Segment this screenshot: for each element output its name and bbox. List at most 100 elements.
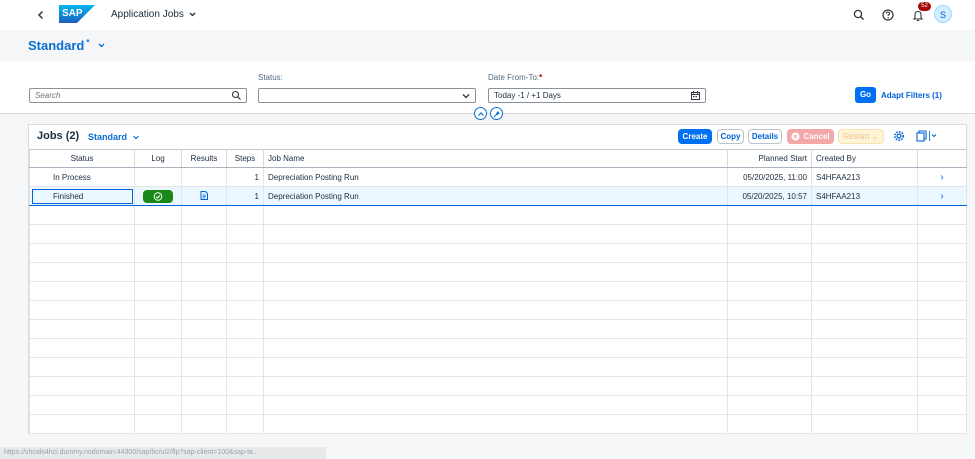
logo-text: SAP	[62, 8, 83, 19]
calendar-icon[interactable]	[690, 90, 701, 101]
job-name-cell: Depreciation Posting Run	[263, 167, 728, 187]
chevron-down-icon	[99, 43, 105, 48]
pin-icon	[493, 110, 500, 117]
empty-row	[29, 300, 967, 320]
column-header-navigation	[917, 149, 967, 168]
chevron-up-icon	[477, 111, 484, 116]
empty-row	[29, 357, 967, 377]
row-navigation[interactable]: ›	[917, 186, 967, 206]
column-header-results[interactable]: Results	[181, 149, 227, 168]
column-header-steps[interactable]: Steps	[226, 149, 264, 168]
column-header-status[interactable]: Status	[29, 149, 135, 168]
cancel-button[interactable]: Cancel	[787, 129, 834, 144]
empty-row	[29, 281, 967, 301]
planned-start-cell: 05/20/2025, 10:57	[727, 186, 812, 206]
help-icon	[882, 9, 894, 21]
date-range-value: Today -1 / +1 Days	[494, 91, 561, 100]
date-range-field[interactable]: Today -1 / +1 Days	[488, 88, 706, 103]
adapt-filters-link[interactable]: Adapt Filters (1)	[881, 91, 942, 100]
empty-row	[29, 376, 967, 396]
table-settings-button[interactable]	[893, 130, 905, 142]
table-title: Jobs (2)	[37, 130, 80, 142]
cancel-icon	[791, 132, 800, 141]
document-icon[interactable]	[199, 190, 209, 201]
row-navigation[interactable]: ›	[917, 167, 967, 187]
chevron-right-icon: ›	[940, 171, 944, 183]
empty-row	[29, 224, 967, 244]
empty-row	[29, 262, 967, 282]
status-filter-label: Status:	[258, 73, 283, 82]
empty-row	[29, 205, 967, 225]
search-button[interactable]	[852, 8, 866, 22]
column-header-log[interactable]: Log	[134, 149, 182, 168]
empty-row	[29, 243, 967, 263]
table-row[interactable]: In Process 1 Depreciation Posting Run 05…	[29, 167, 967, 187]
shell-bar: SAP Application Jobs 52 S	[0, 0, 975, 30]
table-variant-label: Standard	[88, 132, 128, 142]
chevron-down-icon: ⌄	[871, 132, 879, 141]
created-by-cell: S4HFAA213	[811, 167, 918, 187]
page-header: Standard *	[0, 30, 975, 61]
chevron-down-icon	[189, 12, 196, 17]
status-cell: In Process	[29, 167, 135, 187]
log-success-button[interactable]	[143, 189, 173, 203]
search-input[interactable]	[30, 89, 220, 102]
search-field[interactable]	[29, 88, 247, 103]
jobs-table: Status Log Results Steps Job Name Planne…	[29, 149, 967, 434]
go-button[interactable]: Go	[855, 87, 876, 103]
collapse-header-button[interactable]	[474, 107, 487, 120]
log-cell	[134, 167, 182, 187]
steps-cell: 1	[226, 186, 264, 206]
cancel-label: Cancel	[803, 132, 830, 141]
results-cell	[181, 167, 227, 187]
export-icon	[916, 130, 937, 142]
empty-row	[29, 338, 967, 358]
app-title: Application Jobs	[111, 9, 184, 20]
variant-selector[interactable]: Standard *	[28, 38, 106, 53]
restart-button[interactable]: Restart ⌄	[838, 129, 884, 144]
user-avatar[interactable]: S	[934, 5, 952, 23]
required-marker: *	[539, 73, 543, 82]
variant-modified-marker: *	[86, 38, 90, 47]
log-cell[interactable]	[134, 186, 182, 206]
status-cell[interactable]: Finished	[29, 186, 135, 206]
chevron-down-icon	[133, 135, 139, 140]
notification-count-badge: 52	[918, 2, 931, 11]
date-filter-label-text: Date From-To:	[488, 73, 540, 82]
details-button[interactable]: Details	[748, 129, 782, 144]
column-header-planned-start[interactable]: Planned Start	[727, 149, 812, 168]
search-icon[interactable]	[231, 90, 242, 101]
table-variant-selector[interactable]: Standard	[88, 132, 140, 142]
app-title-menu[interactable]: Application Jobs	[111, 9, 197, 20]
steps-cell: 1	[226, 167, 264, 187]
date-filter-label: Date From-To:*	[488, 73, 542, 82]
search-icon	[853, 9, 864, 20]
column-header-created-by[interactable]: Created By	[811, 149, 918, 168]
planned-start-cell: 05/20/2025, 11:00	[727, 167, 812, 187]
status-bar-url: https://vhcals4hci.dummy.nodomain:44300/…	[0, 447, 326, 459]
created-by-cell: S4HFAA213	[811, 186, 918, 206]
table-row[interactable]: Finished 1 Depreciation Posting Run 05/2…	[29, 186, 967, 206]
copy-button[interactable]: Copy	[717, 129, 744, 144]
column-header-job-name[interactable]: Job Name	[263, 149, 728, 168]
status-select[interactable]	[258, 88, 476, 103]
export-menu-button[interactable]	[916, 130, 938, 142]
chevron-left-icon	[37, 10, 44, 20]
help-button[interactable]	[881, 8, 895, 22]
pin-header-button[interactable]	[490, 107, 503, 120]
empty-row	[29, 395, 967, 415]
back-button[interactable]	[34, 8, 48, 22]
success-check-icon	[153, 191, 163, 201]
sap-logo[interactable]: SAP	[59, 5, 95, 23]
empty-row	[29, 414, 967, 434]
restart-label: Restart	[843, 132, 870, 141]
table-toolbar: Jobs (2) Standard Create Copy Details Ca…	[29, 125, 966, 149]
job-name-cell: Depreciation Posting Run	[263, 186, 728, 206]
create-button[interactable]: Create	[678, 129, 712, 144]
variant-title: Standard	[28, 38, 85, 53]
header-toggle-group	[474, 107, 503, 120]
chevron-right-icon: ›	[940, 190, 944, 202]
chevron-down-icon[interactable]	[461, 91, 471, 101]
empty-row	[29, 319, 967, 339]
results-cell[interactable]	[181, 186, 227, 206]
